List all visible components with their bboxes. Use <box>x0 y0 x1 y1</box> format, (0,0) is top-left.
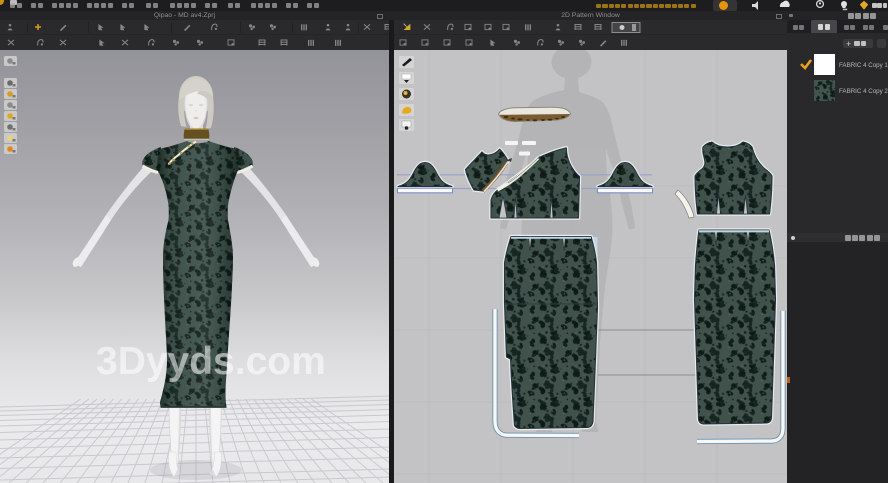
svg-text:3Dyyds.com: 3Dyyds.com <box>96 340 326 383</box>
